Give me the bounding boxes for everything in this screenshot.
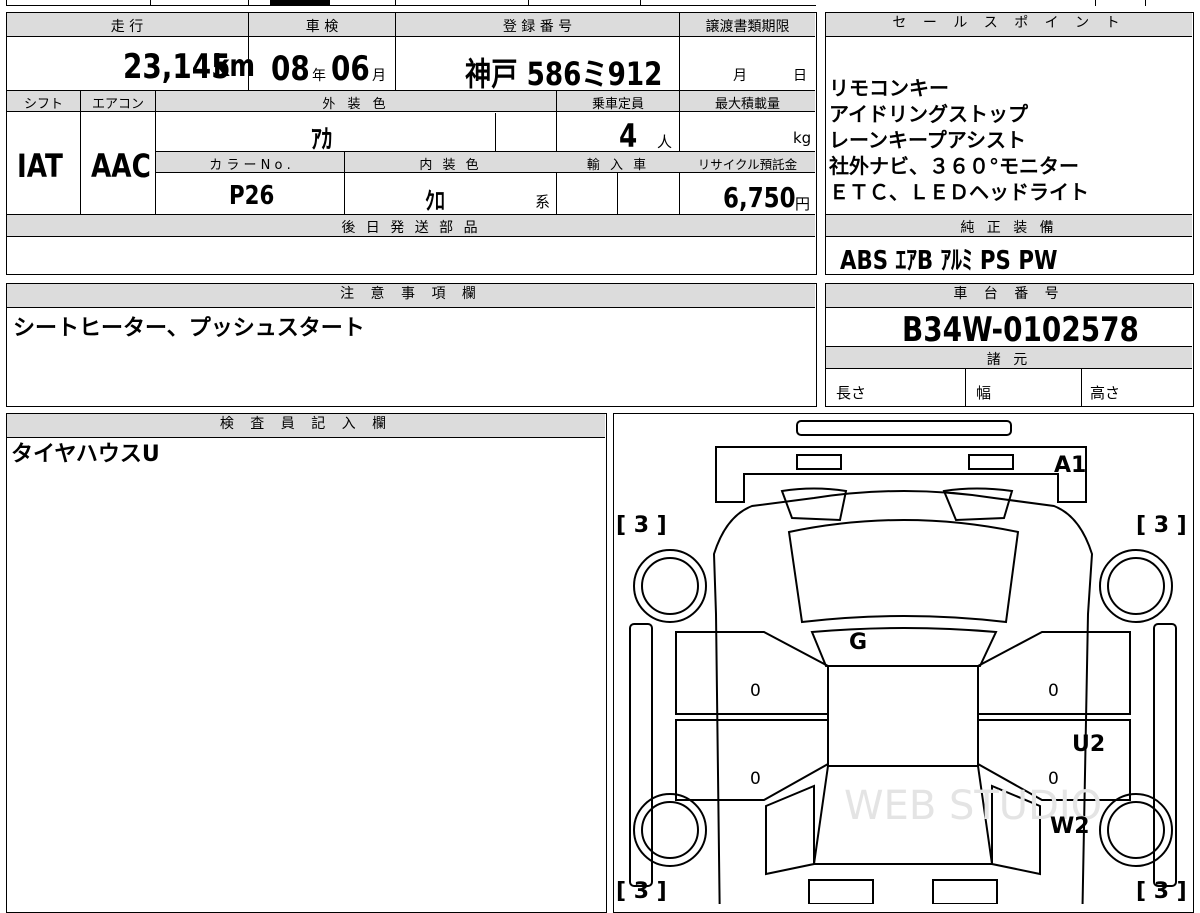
genuine-equipment-title: 純 正 装 備: [960, 220, 1058, 236]
transfer-day-unit: 日: [793, 68, 807, 84]
registration-value: 神戸 586ミ912: [465, 55, 663, 93]
recycle-value: 6,750: [723, 181, 796, 214]
import-label: 輸 入 車: [586, 158, 650, 173]
damage-mark-g: G: [849, 630, 867, 655]
tire-front-right-grade: [ 3 ]: [1136, 513, 1187, 538]
chassis-title: 車 台 番 号: [826, 284, 1192, 308]
sales-points-panel: セ ー ル ス ポ イ ン ト リモコンキー アイドリングストップ レーンキープ…: [825, 12, 1194, 276]
max-load-label: 最大積載量: [714, 97, 780, 112]
width-label: 幅: [976, 384, 992, 402]
inspector-text: タイヤハウスU: [11, 442, 160, 467]
length-label: 長さ: [836, 384, 867, 402]
inspection-year-unit: 年: [312, 68, 326, 84]
car-condition-diagram: WEB STUDIO [ 3 ] [ 3 ] [ 3 ] [ 3 ] A1 G …: [613, 413, 1194, 913]
car-outline-diagram: WEB STUDIO [ 3 ] [ 3 ] [ 3 ] [ 3 ] A1 G …: [616, 420, 1187, 904]
sales-point-line: ＥＴＣ、ＬＥＤヘッドライト: [829, 180, 1089, 204]
color-no-label: カ ラ ー N o .: [209, 158, 291, 173]
shift-value: IAT: [17, 147, 63, 185]
chassis-number: B34W-0102578: [902, 310, 1139, 350]
chassis-panel: 車 台 番 号 B34W-0102578 諸 元 長さ 幅 高さ: [825, 283, 1194, 407]
shift-label: シフト: [23, 97, 63, 112]
interior-unit: 系: [535, 193, 551, 211]
color-no-value: P26: [229, 181, 275, 211]
inspection-month: 06: [331, 49, 370, 89]
door-left-rear-mark: 0: [750, 769, 761, 789]
notes-title: 注 意 事 項 欄: [7, 284, 815, 308]
sales-point-line: レーンキープアシスト: [829, 128, 1026, 152]
mileage-unit: km: [213, 49, 255, 84]
notes-panel: 注 意 事 項 欄 シートヒーター、プッシュスタート: [6, 283, 817, 407]
later-parts-label: 後 日 発 送 部 品: [341, 220, 481, 236]
notes-text: シートヒーター、プッシュスタート: [13, 316, 365, 341]
exterior-label: 外 装 色: [322, 97, 390, 112]
tire-front-left-grade: [ 3 ]: [616, 513, 667, 538]
transfer-deadline-label: 譲渡書類期限: [705, 19, 790, 35]
inspection-year: 08: [271, 49, 310, 89]
aircon-label: エアコン: [91, 97, 144, 112]
recycle-unit: 円: [795, 195, 811, 213]
height-label: 高さ: [1090, 384, 1121, 402]
tire-rear-right-grade: [ 3 ]: [1136, 879, 1187, 904]
sales-point-line: アイドリングストップ: [829, 102, 1028, 126]
inspector-panel: 検 査 員 記 入 欄 タイヤハウスU: [6, 413, 607, 913]
mileage-label: 走 行: [110, 19, 144, 35]
transfer-month-unit: 月: [733, 68, 747, 84]
damage-mark-a1: A1: [1054, 453, 1086, 478]
door-left-front-mark: 0: [750, 681, 761, 701]
interior-value: ｸﾛ: [425, 187, 445, 215]
vehicle-info-table: 走 行 車 検 登 録 番 号 譲渡書類期限 23,145 km 08 年 06…: [6, 12, 817, 275]
door-right-rear-mark: 0: [1048, 769, 1059, 789]
inspection-month-unit: 月: [372, 68, 386, 84]
capacity-unit: 人: [657, 133, 673, 151]
tire-rear-left-grade: [ 3 ]: [616, 879, 667, 904]
genuine-equipment-value: ABS ｴｱB ｱﾙﾐ PS PW: [840, 246, 1058, 276]
aircon-value: AAC: [91, 147, 151, 185]
damage-mark-u2: U2: [1072, 732, 1105, 757]
sales-points-title: セ ー ル ス ポ イ ン ト: [826, 13, 1192, 37]
inspector-title: 検 査 員 記 入 欄: [7, 414, 605, 438]
capacity-label: 乗車定員: [591, 97, 644, 112]
sales-point-line: リモコンキー: [829, 76, 949, 100]
sales-point-line: 社外ナビ、３６０°モニター: [829, 154, 1079, 178]
interior-label: 内 装 色: [419, 158, 482, 173]
damage-mark-w2: W2: [1050, 814, 1090, 839]
specs-title: 諸 元: [986, 352, 1032, 368]
top-strip: [0, 0, 1200, 8]
registration-label: 登 録 番 号: [502, 19, 573, 35]
max-load-unit: kg: [793, 129, 812, 147]
door-right-front-mark: 0: [1048, 681, 1059, 701]
recycle-label: リサイクル預託金: [697, 157, 798, 172]
capacity-value: 4: [619, 117, 638, 155]
inspection-label: 車 検: [305, 19, 339, 35]
